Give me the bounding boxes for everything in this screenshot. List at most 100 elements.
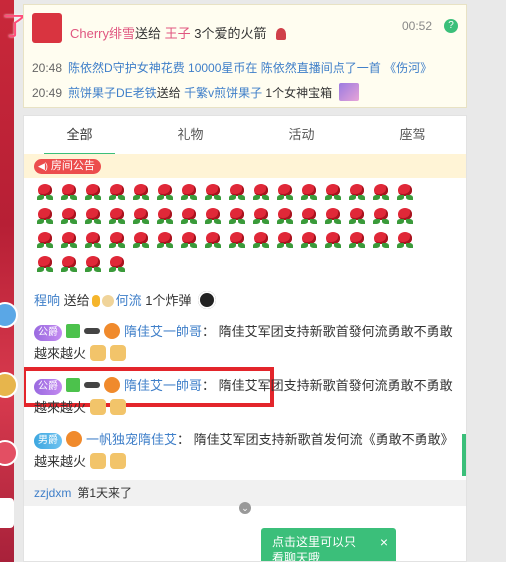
- rose-icon: [108, 184, 126, 204]
- help-icon[interactable]: ?: [444, 19, 458, 33]
- scroll-down-icon[interactable]: ⌄: [239, 502, 251, 514]
- rose-icon: [252, 184, 270, 204]
- rose-icon: [276, 208, 294, 228]
- tab-vehicles[interactable]: 座驾: [357, 116, 466, 154]
- treasure-chest-icon: [339, 83, 360, 101]
- rose-icon: [204, 208, 222, 228]
- tab-activities[interactable]: 活动: [246, 116, 357, 154]
- bomb-gift-message: 程响 送给 何流 1个炸弹: [34, 290, 216, 309]
- fist-emoji-icon: [90, 399, 107, 415]
- chat-message: 公爵 隋佳艾一帥哥： 隋佳艾军团支持新歌首發何流勇敢不勇敢越來越火: [34, 323, 453, 361]
- fist-emoji-icon: [110, 345, 127, 361]
- gift-sender[interactable]: Cherry绯雪: [70, 26, 135, 41]
- announcement-tag[interactable]: ◀) 房间公告: [34, 159, 101, 174]
- level-icon: [66, 378, 80, 392]
- rose-icon: [204, 184, 222, 204]
- rose-icon: [156, 232, 174, 252]
- close-icon[interactable]: ×: [380, 534, 388, 550]
- rose-icon: [60, 232, 78, 252]
- medal-icon: [104, 323, 120, 339]
- chat-user[interactable]: 一帆独宠隋佳艾: [86, 432, 177, 447]
- medal-icon: [104, 377, 120, 393]
- chat-scrollbar[interactable]: [462, 434, 466, 476]
- rose-icon: [300, 208, 318, 228]
- rose-icon: [324, 208, 342, 228]
- chat-user[interactable]: 隋佳艾一帥哥: [124, 324, 202, 339]
- chat-tabs: 全部 礼物 活动 座驾: [24, 116, 466, 155]
- rose-icon: [252, 208, 270, 228]
- bomb-action: 送给: [63, 293, 90, 308]
- tab-all[interactable]: 全部: [24, 116, 135, 155]
- room-announcement-bar[interactable]: ◀) 房间公告: [24, 154, 466, 178]
- notice-chest: 20:49 煎饼果子DE老铁送给 千繁v煎饼果子 1个女神宝箱: [32, 83, 360, 101]
- rose-icon: [228, 232, 246, 252]
- notice-gift: 1个女神宝箱: [265, 86, 333, 100]
- rose-icon: [348, 232, 366, 252]
- car-icon: [84, 328, 100, 334]
- gift-timer: 00:52: [401, 19, 432, 33]
- rose-icon: [132, 232, 150, 252]
- gift-name: 3个爱的火箭: [194, 26, 267, 41]
- chat-message: 公爵 隋佳艾一帥哥： 隋佳艾军团支持新歌首發何流勇敢不勇敢越來越火: [34, 377, 453, 415]
- rose-icon: [60, 184, 78, 204]
- mic-icon: [91, 295, 100, 307]
- video-avatar-2: [0, 372, 18, 398]
- speaker-icon: ◀): [38, 161, 48, 171]
- notice-text[interactable]: 陈依然D守护女神花费 10000星币在 陈依然直播间点了一首 《伤河》: [68, 61, 432, 75]
- announcement-label: 房间公告: [50, 160, 95, 172]
- rose-icon: [36, 208, 54, 228]
- rose-icon: [348, 184, 366, 204]
- gift-banner: Cherry绯雪送给 王子 3个爱的火箭 00:52 ? 20:48 陈依然D守护…: [23, 4, 467, 108]
- notice-action: 送给: [156, 86, 181, 100]
- arrival-user[interactable]: zzjdxm: [34, 486, 71, 500]
- notice-time: 20:48: [32, 61, 63, 75]
- bomb-sender[interactable]: 程响: [34, 293, 60, 308]
- video-edge: [0, 0, 18, 562]
- gift-banner-header: Cherry绯雪送给 王子 3个爱的火箭 00:52 ?: [32, 11, 458, 51]
- rose-icon: [396, 184, 414, 204]
- tab-gifts[interactable]: 礼物: [135, 116, 246, 154]
- rose-icon: [60, 256, 78, 276]
- fist-emoji-icon: [110, 399, 127, 415]
- rose-icon: [84, 208, 102, 228]
- rose-icon: [228, 208, 246, 228]
- rose-icon: [132, 208, 150, 228]
- rose-icon: [84, 184, 102, 204]
- rose-icon: [396, 208, 414, 228]
- bomb-icon: [197, 291, 216, 309]
- rose-icon: [156, 184, 174, 204]
- medal-icon: [66, 431, 82, 447]
- rose-icon: [156, 208, 174, 228]
- chat-message: 男爵 一帆独宠隋佳艾： 隋佳艾军团支持新歌首发何流《勇敢不勇敢》越来越火: [34, 431, 454, 469]
- gift-receiver[interactable]: 王子: [165, 26, 191, 41]
- gift-banner-line: Cherry绯雪送给 王子 3个爱的火箭: [70, 23, 287, 42]
- rose-icon: [324, 232, 342, 252]
- rose-icon: [204, 232, 222, 252]
- video-side-badge: [0, 498, 14, 528]
- rose-icon: [252, 232, 270, 252]
- rose-icon: [108, 256, 126, 276]
- chat-only-toast[interactable]: 点击这里可以只看聊天哦 ×: [261, 528, 396, 561]
- rose-icon: [372, 184, 390, 204]
- toast-text[interactable]: 点击这里可以只看聊天哦: [272, 534, 367, 561]
- rose-icon: [180, 208, 198, 228]
- rose-icon: [228, 184, 246, 204]
- notice-target[interactable]: 千繁v煎饼果子: [184, 86, 262, 100]
- fist-emoji-icon: [110, 453, 127, 469]
- rose-icon: [36, 184, 54, 204]
- baron-badge: 男爵: [34, 433, 62, 449]
- bomb-receiver[interactable]: 何流: [116, 293, 142, 308]
- notice-user[interactable]: 煎饼果子DE老铁: [68, 86, 157, 100]
- rose-icon: [36, 232, 54, 252]
- noble-badge: 公爵: [34, 379, 62, 395]
- gift-thumbnail: [32, 13, 62, 43]
- rocket-icon: [276, 28, 287, 40]
- rose-icon: [372, 232, 390, 252]
- video-avatar-1: [0, 302, 18, 328]
- chat-user[interactable]: 隋佳艾一帥哥: [124, 378, 202, 393]
- notice-time: 20:49: [32, 86, 63, 100]
- rose-icon: [300, 184, 318, 204]
- fist-emoji-icon: [90, 345, 107, 361]
- rose-icon: [84, 232, 102, 252]
- rose-icon: [276, 184, 294, 204]
